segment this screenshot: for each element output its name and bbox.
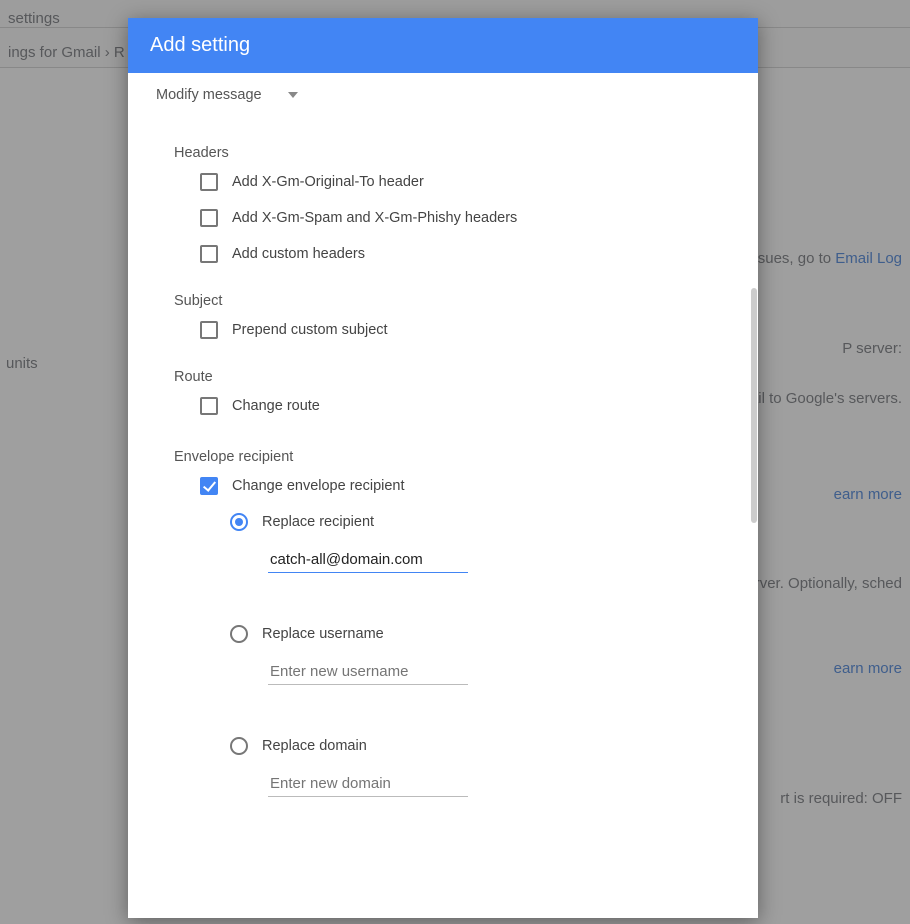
label-add-custom-headers: Add custom headers [232, 246, 365, 262]
row-change-route[interactable]: Change route [200, 397, 730, 415]
bg-text-required-off: rt is required: OFF [780, 790, 902, 807]
radio-replace-username[interactable] [230, 625, 248, 643]
radio-replace-domain[interactable] [230, 737, 248, 755]
bg-units-label: units [6, 355, 38, 372]
bg-text-googleservers: ail to Google's servers. [750, 390, 902, 407]
input-replace-recipient[interactable] [268, 547, 468, 573]
bg-text-issues: ssues, go to Email Log [750, 250, 902, 267]
section-subject-label: Subject [174, 293, 730, 309]
row-add-spam-phishy[interactable]: Add X-Gm-Spam and X-Gm-Phishy headers [200, 209, 730, 227]
input-replace-username[interactable] [268, 659, 468, 685]
bg-link-learn-more-2[interactable]: earn more [834, 660, 902, 677]
label-change-route: Change route [232, 398, 320, 414]
bg-breadcrumb-text: ings for Gmail › R [8, 44, 125, 61]
row-replace-username[interactable]: Replace username [230, 625, 730, 643]
chevron-down-icon [288, 92, 298, 98]
input-replace-domain[interactable] [268, 771, 468, 797]
scrollbar-thumb[interactable] [751, 288, 757, 523]
section-headers-label: Headers [174, 145, 730, 161]
checkbox-change-route[interactable] [200, 397, 218, 415]
checkbox-add-original-to[interactable] [200, 173, 218, 191]
label-change-envelope: Change envelope recipient [232, 478, 405, 494]
modal-title-bar: Add setting [128, 18, 758, 73]
label-add-spam-phishy: Add X-Gm-Spam and X-Gm-Phishy headers [232, 210, 517, 226]
bg-settings-label: settings [8, 10, 60, 27]
row-add-original-to[interactable]: Add X-Gm-Original-To header [200, 173, 730, 191]
label-replace-recipient: Replace recipient [262, 514, 374, 530]
modal-body: Modify message Headers Add X-Gm-Original… [128, 73, 758, 819]
add-setting-modal: Add setting Modify message Headers Add X… [128, 18, 758, 918]
bg-text-optionally: erver. Optionally, sched [746, 575, 902, 592]
checkbox-change-envelope[interactable] [200, 477, 218, 495]
row-change-envelope-recipient[interactable]: Change envelope recipient [200, 477, 730, 495]
action-dropdown-label: Modify message [156, 87, 262, 103]
bg-link-learn-more-1[interactable]: earn more [834, 486, 902, 503]
label-prepend-subject: Prepend custom subject [232, 322, 388, 338]
radio-replace-recipient[interactable] [230, 513, 248, 531]
section-route-label: Route [174, 369, 730, 385]
row-prepend-subject[interactable]: Prepend custom subject [200, 321, 730, 339]
checkbox-prepend-subject[interactable] [200, 321, 218, 339]
checkbox-add-custom-headers[interactable] [200, 245, 218, 263]
action-dropdown[interactable]: Modify message [156, 87, 298, 103]
label-replace-domain: Replace domain [262, 738, 367, 754]
label-add-original-to: Add X-Gm-Original-To header [232, 174, 424, 190]
row-add-custom-headers[interactable]: Add custom headers [200, 245, 730, 263]
modal-title: Add setting [150, 34, 250, 56]
row-replace-domain[interactable]: Replace domain [230, 737, 730, 755]
bg-text-server: P server: [842, 340, 902, 357]
row-replace-recipient[interactable]: Replace recipient [230, 513, 730, 531]
bg-link-email-log[interactable]: Email Log [835, 250, 902, 267]
checkbox-add-spam-phishy[interactable] [200, 209, 218, 227]
section-envelope-label: Envelope recipient [174, 449, 730, 465]
label-replace-username: Replace username [262, 626, 384, 642]
